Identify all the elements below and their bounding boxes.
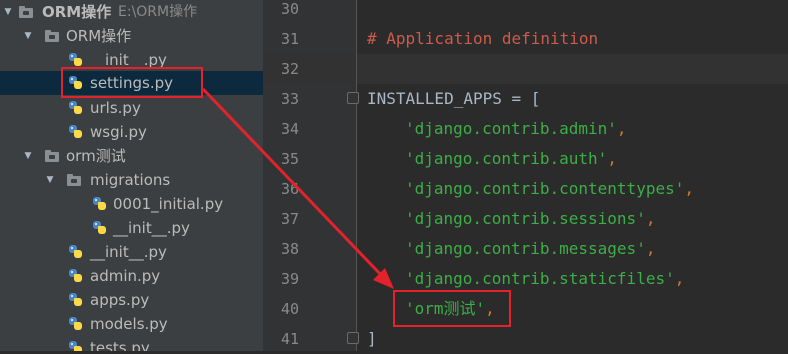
- annotation-arrow-icon: [201, 87, 394, 289]
